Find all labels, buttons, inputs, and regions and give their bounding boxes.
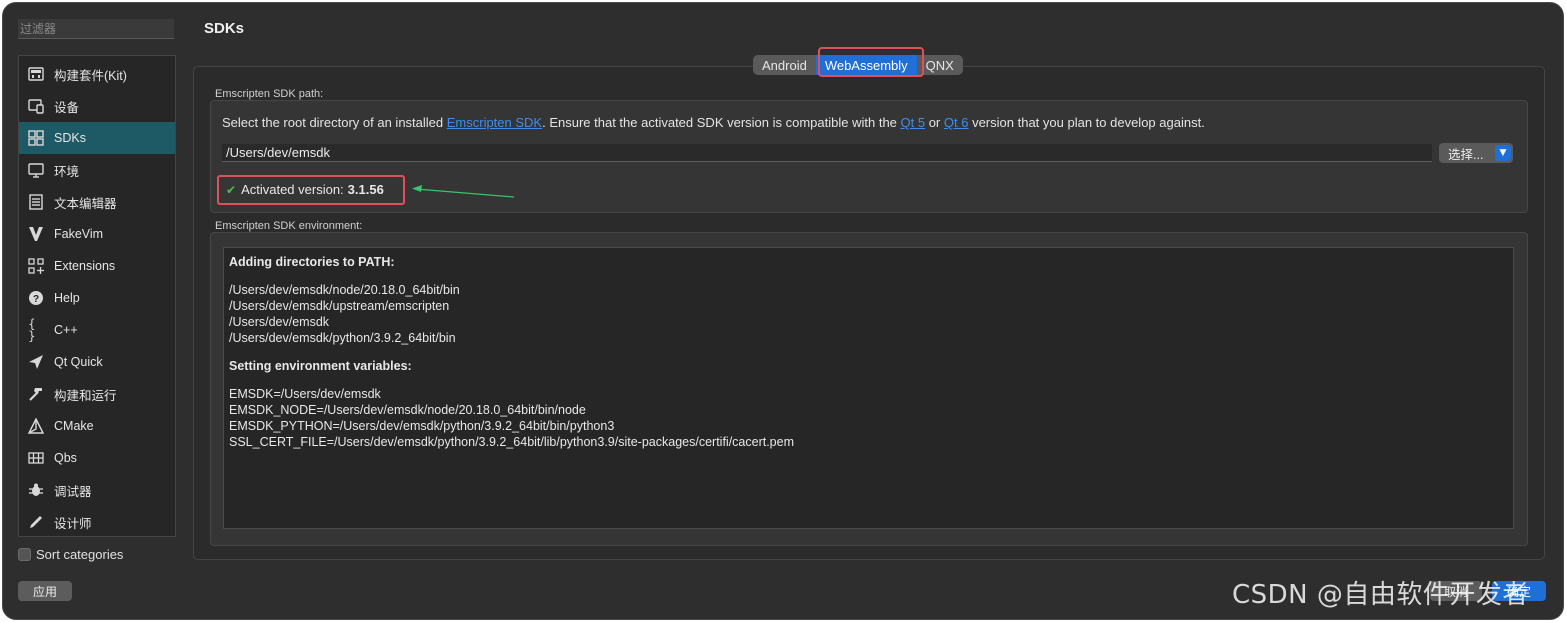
path-line: /Users/dev/emsdk/upstream/emscripten <box>229 299 450 313</box>
var-line: EMSDK=/Users/dev/emsdk <box>229 387 381 401</box>
fakevim-icon <box>28 226 44 242</box>
help-icon: ? <box>28 290 44 306</box>
check-icon: ✔ <box>226 182 237 197</box>
category-item-help[interactable]: ? Help <box>19 282 175 314</box>
tab-qnx[interactable]: QNX <box>917 55 963 75</box>
tab-bar: Android WebAssembly QNX <box>753 55 963 75</box>
build-run-icon <box>28 386 44 402</box>
category-item-debugger[interactable]: 调试器 <box>19 474 175 506</box>
text-editor-icon <box>28 194 44 210</box>
category-label: C++ <box>54 323 78 337</box>
sort-categories-toggle[interactable]: Sort categories <box>18 546 123 562</box>
category-label: 构建和运行 <box>54 388 117 403</box>
description-text: Select the root directory of an installe… <box>222 115 447 130</box>
category-label: 环境 <box>54 164 80 179</box>
kit-icon <box>28 66 44 82</box>
activated-version-label: Activated version: <box>241 182 344 197</box>
debugger-icon <box>28 482 44 498</box>
apply-button[interactable]: 应用 <box>18 581 72 601</box>
choose-button[interactable]: 选择... ▼ <box>1439 143 1513 163</box>
cpp-icon: { } <box>28 317 36 343</box>
category-item-devices[interactable]: 设备 <box>19 90 175 122</box>
category-item-qt-quick[interactable]: Qt Quick <box>19 346 175 378</box>
var-line: EMSDK_NODE=/Users/dev/emsdk/node/20.18.0… <box>229 403 586 417</box>
path-line: /Users/dev/emsdk/python/3.9.2_64bit/bin <box>229 331 456 345</box>
category-label: 文本编辑器 <box>54 196 117 211</box>
category-item-designer[interactable]: 设计师 <box>19 506 175 538</box>
designer-icon <box>28 514 44 530</box>
cmake-icon <box>28 418 44 434</box>
category-label: Help <box>54 291 80 305</box>
description-text: . Ensure that the activated SDK version … <box>542 115 901 130</box>
sdk-path-group-label: Emscripten SDK path: <box>215 88 324 100</box>
path-line: /Users/dev/emsdk <box>229 315 330 329</box>
category-item-build-run[interactable]: 构建和运行 <box>19 378 175 410</box>
environment-icon <box>28 162 44 178</box>
environment-group-label: Emscripten SDK environment: <box>215 220 363 232</box>
description-text: or <box>925 115 944 130</box>
category-item-extensions[interactable]: Extensions <box>19 250 175 282</box>
category-label: 构建套件(Kit) <box>54 68 127 83</box>
path-heading: Adding directories to PATH: <box>229 255 395 269</box>
sdks-icon <box>28 130 44 146</box>
category-item-text-editor[interactable]: 文本编辑器 <box>19 186 175 218</box>
sdk-path-description: Select the root directory of an installe… <box>222 115 1205 130</box>
category-label: Extensions <box>54 259 116 273</box>
sdk-path-input[interactable] <box>222 144 1432 162</box>
category-label: Qbs <box>54 451 77 465</box>
tab-android[interactable]: Android <box>753 55 816 75</box>
category-label: 设计师 <box>54 516 92 531</box>
activated-version-value: 3.1.56 <box>347 182 384 197</box>
emscripten-sdk-link[interactable]: Emscripten SDK <box>447 115 542 130</box>
var-line: SSL_CERT_FILE=/Users/dev/emsdk/python/3.… <box>229 435 794 449</box>
tab-webassembly[interactable]: WebAssembly <box>815 55 917 75</box>
extensions-icon <box>28 258 44 274</box>
qt6-link[interactable]: Qt 6 <box>944 115 969 130</box>
environment-output: Adding directories to PATH: /Users/dev/e… <box>223 247 1514 529</box>
category-item-environment[interactable]: 环境 <box>19 154 175 186</box>
category-item-sdks[interactable]: SDKs <box>19 122 175 154</box>
category-item-fakevim[interactable]: FakeVim <box>19 218 175 250</box>
category-item-kits[interactable]: 构建套件(Kit) <box>19 58 175 90</box>
annotation-arrow-icon <box>412 185 515 198</box>
svg-text:?: ? <box>33 294 39 305</box>
category-label: 调试器 <box>54 484 92 499</box>
sort-categories-checkbox[interactable] <box>18 547 31 561</box>
category-label: 设备 <box>54 100 80 115</box>
category-list: 构建套件(Kit) 设备 SDKs 环境 文本编辑器 FakeVim Exten… <box>18 55 176 537</box>
category-label: SDKs <box>54 131 86 145</box>
qt-quick-icon <box>28 354 44 370</box>
description-text: version that you plan to develop against… <box>968 115 1205 130</box>
vars-heading: Setting environment variables: <box>229 359 412 373</box>
category-label: Qt Quick <box>54 355 103 369</box>
choose-button-label: 选择... <box>1448 147 1484 162</box>
path-line: /Users/dev/emsdk/node/20.18.0_64bit/bin <box>229 283 460 297</box>
page-title: SDKs <box>204 20 245 37</box>
device-icon <box>28 98 44 114</box>
category-label: CMake <box>54 419 94 433</box>
watermark: CSDN @自由软件开发者 <box>1232 580 1529 610</box>
activated-version: ✔ Activated version: 3.1.56 <box>226 182 384 197</box>
category-item-cmake[interactable]: CMake <box>19 410 175 442</box>
category-label: FakeVim <box>54 227 104 241</box>
category-item-qbs[interactable]: Qbs <box>19 442 175 474</box>
filter-input[interactable] <box>18 19 174 39</box>
chevron-down-icon[interactable]: ▼ <box>1495 145 1511 161</box>
qbs-icon <box>28 450 44 466</box>
sort-categories-label: Sort categories <box>36 546 124 562</box>
category-item-cpp[interactable]: { } C++ <box>19 314 175 346</box>
qt5-link[interactable]: Qt 5 <box>901 115 926 130</box>
var-line: EMSDK_PYTHON=/Users/dev/emsdk/python/3.9… <box>229 419 615 433</box>
